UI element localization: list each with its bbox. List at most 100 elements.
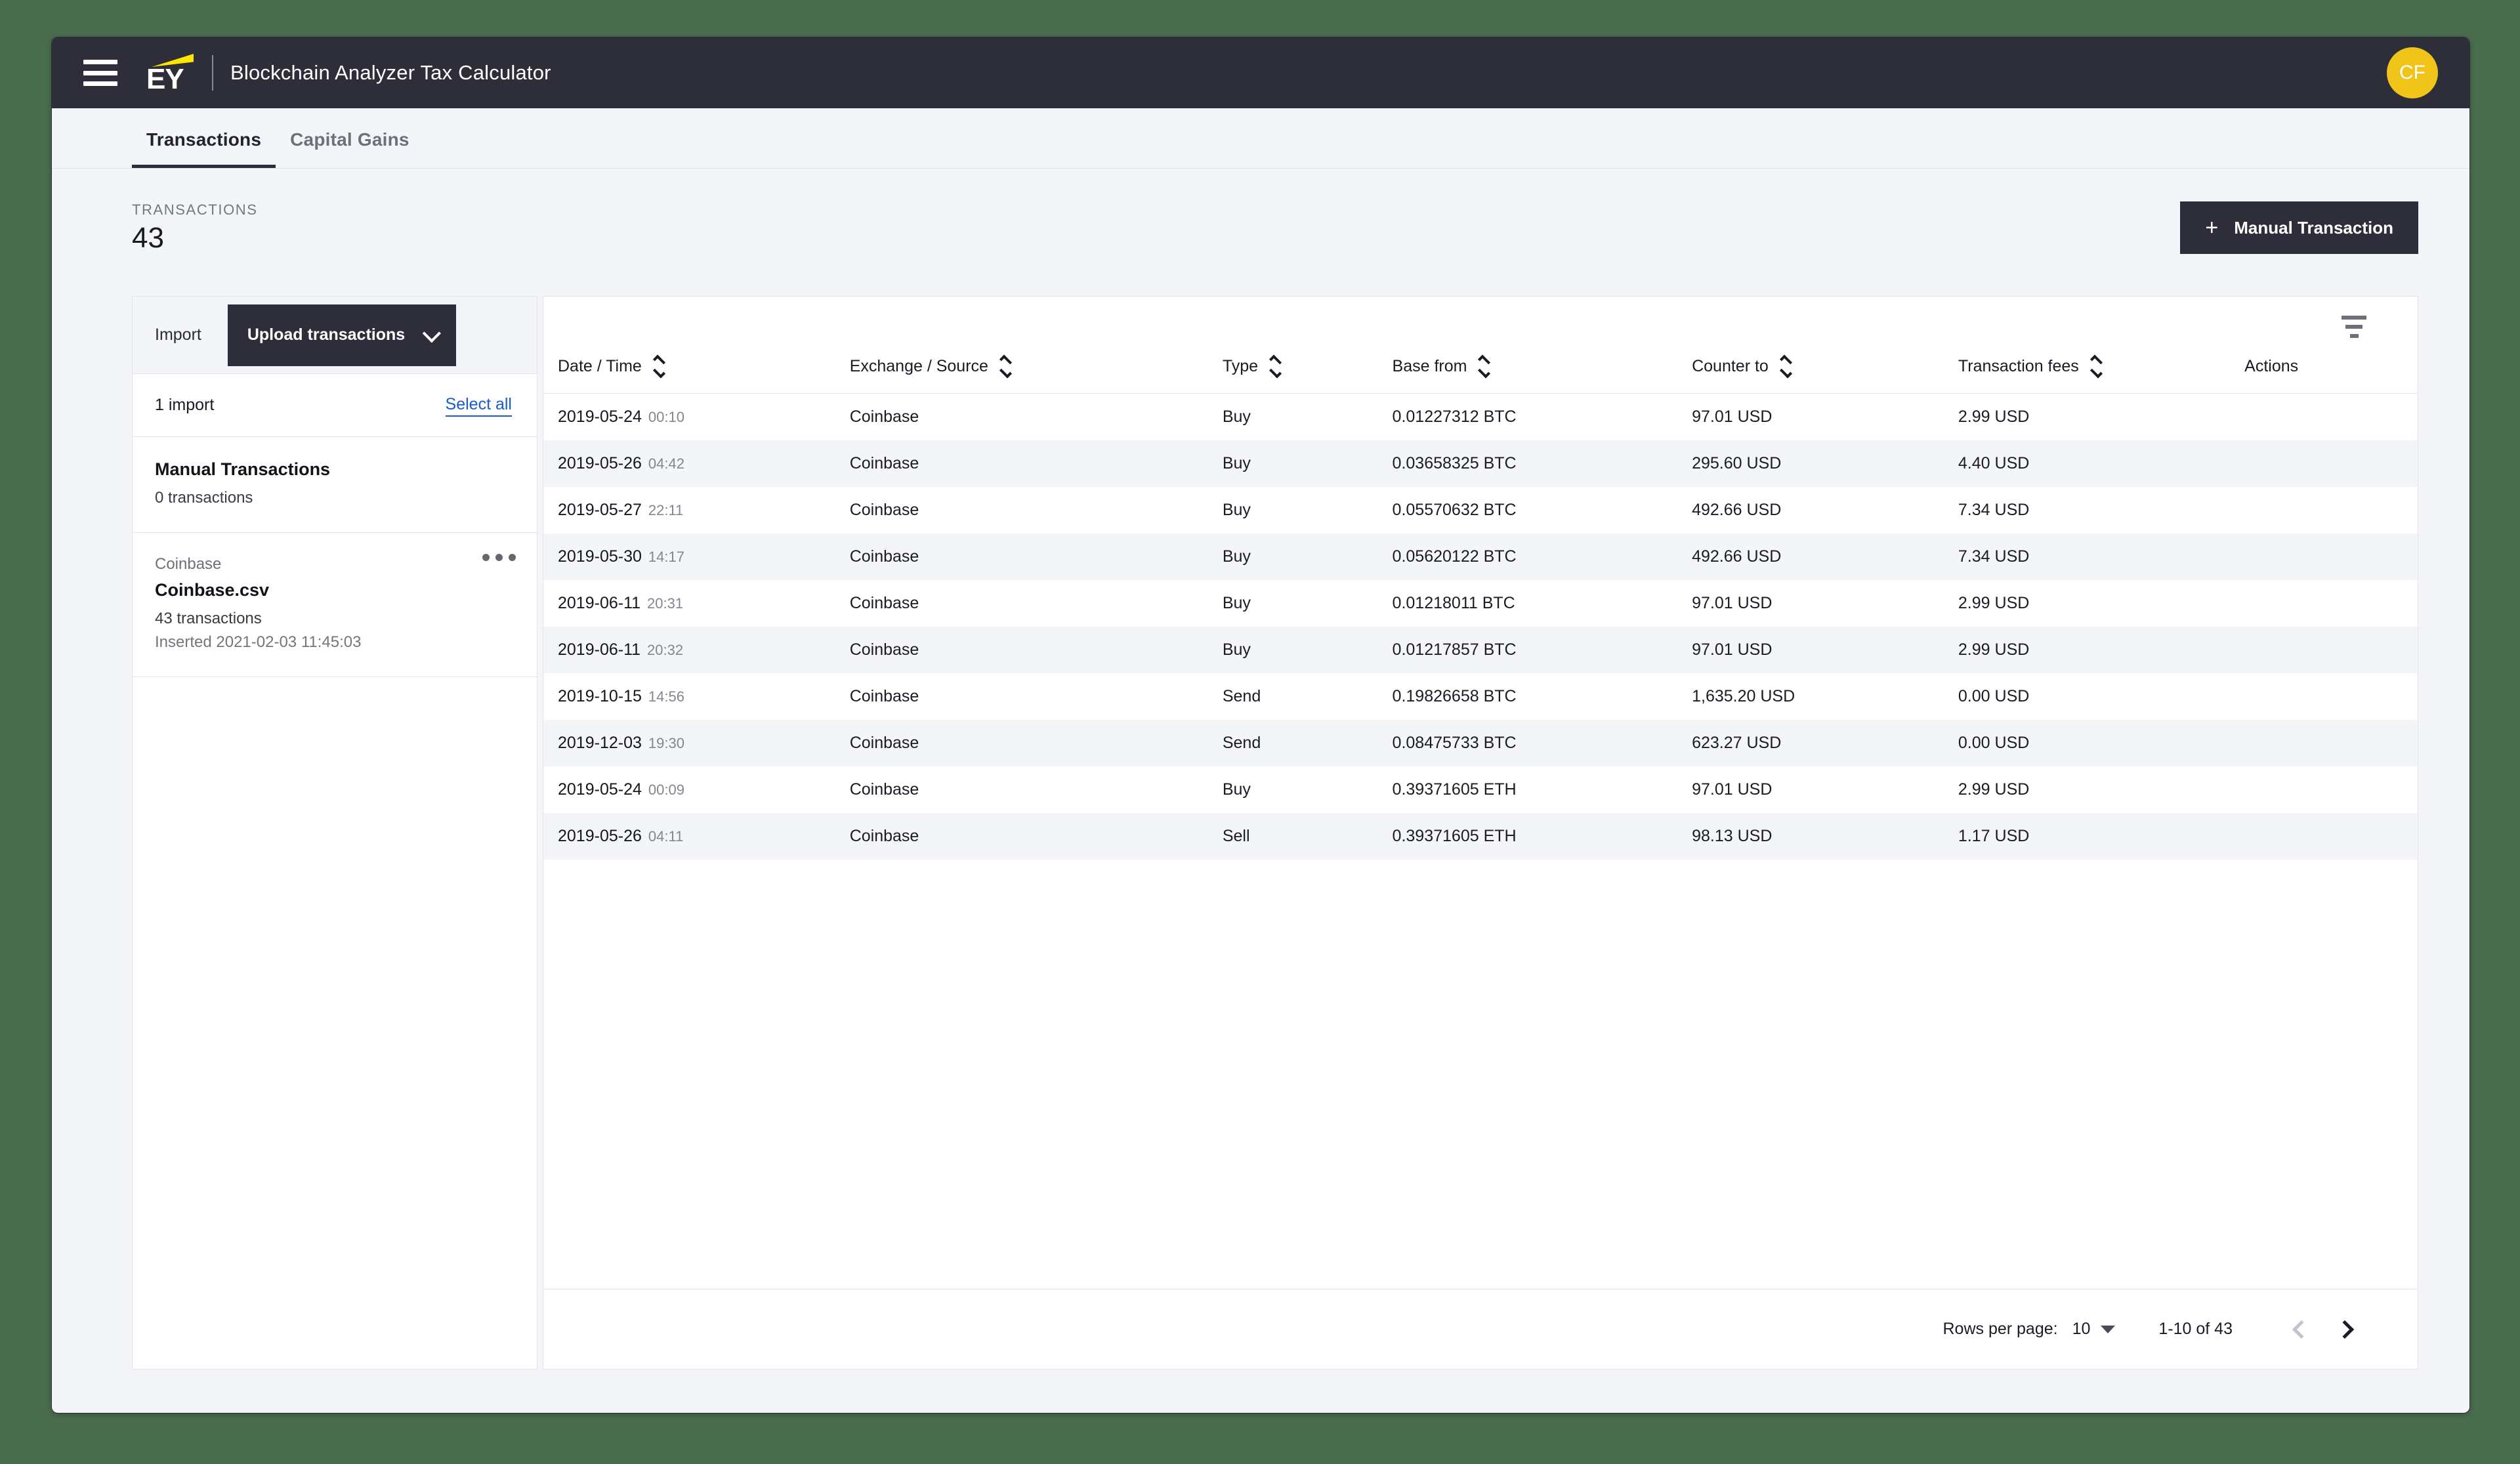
cell-transaction-fees: 2.99 USD [1958,593,2030,612]
page-overline: TRANSACTIONS [132,201,258,218]
page-header: TRANSACTIONS 43 + Manual Transaction [52,169,2469,261]
import-exchange: Coinbase [155,555,222,573]
table-header-row: Date / Time Exchange / Source Type Base … [543,354,2418,394]
chevron-left-icon[interactable] [2280,1308,2323,1351]
cell-date-time: 2019-12-03 19:30 [558,733,684,752]
table-empty-space [543,860,2418,1289]
cell-actions[interactable] [2244,766,2418,813]
list-item[interactable]: Manual Transactions 0 transactions [132,436,537,532]
cell-actions[interactable] [2244,673,2418,720]
cell-date-time: 2019-05-30 14:17 [558,547,684,566]
cell-counter-to: 97.01 USD [1692,640,1773,659]
table-row[interactable]: 2019-05-26 04:42 Coinbase Buy 0.03658325 BTC… [543,440,2418,487]
cell-counter-to: 1,635.20 USD [1692,686,1796,705]
cell-counter-to: 492.66 USD [1692,547,1782,566]
table-row[interactable]: 2019-06-11 20:32 Coinbase Buy 0.01217857 BTC… [543,626,2418,673]
cell-date-time: 2019-05-26 04:11 [558,826,684,845]
cell-actions[interactable] [2244,394,2418,440]
import-count: 1 import [155,396,215,414]
cell-exchange: Coinbase [849,826,919,845]
rows-per-page-select[interactable]: 10 [2072,1320,2116,1339]
cell-base-from: 0.39371605 ETH [1392,780,1517,799]
cell-type: Sell [1222,826,1250,845]
import-transactions: 0 transactions [155,489,253,507]
cell-date-time: 2019-05-24 00:09 [558,780,684,799]
select-all-link[interactable]: Select all [445,394,512,417]
cell-type: Buy [1222,780,1251,799]
column-header-exchange-source[interactable]: Exchange / Source [849,354,1223,394]
pagination-range: 1-10 of 43 [2158,1320,2233,1338]
cell-counter-to: 623.27 USD [1692,733,1782,752]
column-label: Base from [1392,357,1467,375]
sort-icon[interactable] [1269,354,1282,379]
column-header-transaction-fees[interactable]: Transaction fees [1958,354,2245,394]
cell-exchange: Coinbase [849,500,919,519]
column-header-date-time[interactable]: Date / Time [543,354,850,394]
cell-transaction-fees: 4.40 USD [1958,453,2030,472]
cell-date-time: 2019-10-15 14:56 [558,686,684,705]
tab-capital-gains[interactable]: Capital Gains [276,129,424,168]
hamburger-icon[interactable] [83,60,117,86]
sort-icon[interactable] [2090,354,2103,379]
ey-logo-text: EY [146,63,184,95]
tab-transactions[interactable]: Transactions [132,129,276,168]
filter-icon[interactable] [2342,316,2366,338]
column-header-type[interactable]: Type [1222,354,1393,394]
cell-actions[interactable] [2244,720,2418,766]
table-pagination: Rows per page: 10 1-10 of 43 [543,1289,2418,1369]
cell-date-time: 2019-05-26 04:42 [558,453,684,472]
table-row[interactable]: 2019-05-27 22:11 Coinbase Buy 0.05570632 BTC… [543,487,2418,533]
app-window: EY Blockchain Analyzer Tax Calculator CF… [51,37,2470,1413]
cell-actions[interactable] [2244,627,2418,673]
table-row[interactable]: 2019-12-03 19:30 Coinbase Send 0.08475733 BT… [543,719,2418,766]
cell-date-time: 2019-06-11 20:32 [558,640,684,659]
column-header-actions: Actions [2244,357,2418,394]
cell-transaction-fees: 7.34 USD [1958,547,2030,566]
cell-base-from: 0.01217857 BTC [1392,640,1517,659]
column-label: Type [1222,357,1259,375]
table-row[interactable]: 2019-05-30 14:17 Coinbase Buy 0.05620122 BTC… [543,533,2418,580]
cell-type: Buy [1222,453,1251,472]
ellipsis-icon[interactable] [482,554,516,561]
avatar-initials: CF [2399,62,2426,83]
table-row[interactable]: 2019-05-26 04:11 Coinbase Sell 0.39371605 ET… [543,812,2418,860]
cell-transaction-fees: 2.99 USD [1958,407,2030,426]
plus-icon: + [2205,215,2219,240]
import-toolbar: Import Upload transactions [132,296,537,373]
cell-base-from: 0.08475733 BTC [1392,733,1517,752]
chevron-right-icon[interactable] [2323,1308,2366,1351]
table-row[interactable]: 2019-05-24 00:09 Coinbase Buy 0.39371605 ETH… [543,766,2418,813]
cell-actions[interactable] [2244,580,2418,627]
cell-counter-to: 97.01 USD [1692,780,1773,799]
sort-icon[interactable] [999,354,1012,379]
upload-transactions-label: Upload transactions [247,325,406,344]
list-item[interactable]: Coinbase Coinbase.csv 43 transactions In… [132,532,537,677]
import-transactions: 43 transactions [155,610,262,627]
table-row[interactable]: 2019-10-15 14:56 Coinbase Send 0.19826658 BT… [543,673,2418,720]
cell-counter-to: 97.01 USD [1692,593,1773,612]
sort-icon[interactable] [1779,354,1792,379]
sort-icon[interactable] [652,354,665,379]
cell-actions[interactable] [2244,533,2418,580]
table-row[interactable]: 2019-05-24 00:10 Coinbase Buy 0.01227312 BTC… [543,394,2418,440]
cell-base-from: 0.01227312 BTC [1392,407,1517,426]
cell-date-time: 2019-06-11 20:31 [558,593,684,612]
table-row[interactable]: 2019-06-11 20:31 Coinbase Buy 0.01218011 BTC… [543,580,2418,627]
cell-exchange: Coinbase [849,733,919,752]
cell-base-from: 0.19826658 BTC [1392,686,1517,705]
ey-logo: EY [141,52,195,95]
manual-transaction-button[interactable]: + Manual Transaction [2180,201,2418,254]
column-label: Counter to [1692,357,1769,375]
cell-actions[interactable] [2244,813,2418,860]
table-head: Date / Time Exchange / Source Type Base … [543,354,2418,394]
column-header-counter-to[interactable]: Counter to [1692,354,1958,394]
import-name: Manual Transactions [155,459,331,479]
avatar[interactable]: CF [2387,47,2438,98]
content-area: Import Upload transactions 1 import Sele… [52,261,2469,1370]
cell-actions[interactable] [2244,440,2418,487]
upload-transactions-button[interactable]: Upload transactions [227,304,457,366]
column-header-base-from[interactable]: Base from [1392,354,1692,394]
rows-per-page-value: 10 [2072,1320,2091,1338]
sort-icon[interactable] [1478,354,1491,379]
cell-actions[interactable] [2244,487,2418,533]
